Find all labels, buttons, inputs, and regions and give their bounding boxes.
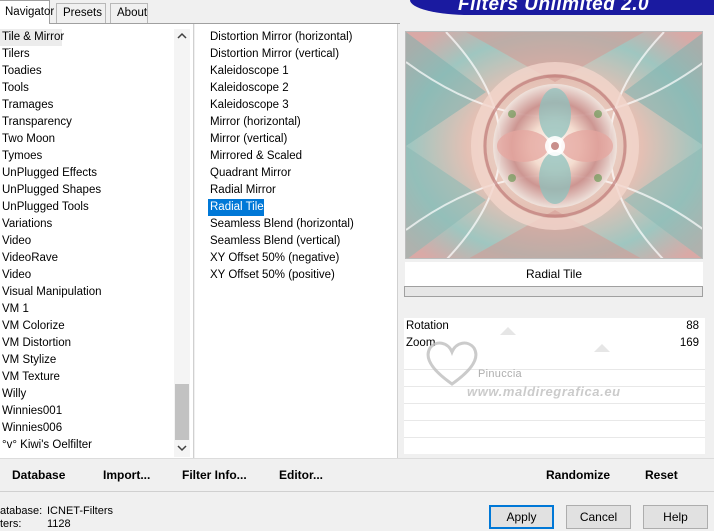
database-label: atabase: (0, 505, 43, 517)
category-panel: Tile & Mirror Tilers Toadies Tools Tramages T… (0, 24, 194, 458)
param-divider (404, 420, 705, 421)
filter-info-button[interactable]: Filter Info... (182, 468, 247, 482)
category-item[interactable]: Visual Manipulation (0, 284, 172, 301)
reset-button[interactable]: Reset (645, 468, 678, 482)
filter-item[interactable]: Kaleidoscope 2 (208, 80, 394, 97)
category-item[interactable]: Toadies (0, 63, 172, 80)
rotation-slider-marker[interactable] (500, 327, 516, 335)
database-value: ICNET-Filters (47, 505, 113, 517)
category-item[interactable]: Video (0, 233, 172, 250)
randomize-button[interactable]: Randomize (546, 468, 610, 482)
category-item[interactable]: UnPlugged Shapes (0, 182, 172, 199)
category-item[interactable]: Two Moon (0, 131, 172, 148)
preview-panel: Radial Tile Rotation 88 Zoom 169 (399, 24, 714, 458)
filter-item[interactable]: Seamless Blend (vertical) (208, 233, 394, 250)
category-item[interactable]: UnPlugged Effects (0, 165, 172, 182)
category-item[interactable]: VM Distortion (0, 335, 172, 352)
param-value[interactable]: 88 (686, 318, 699, 335)
category-item[interactable]: Video (0, 267, 172, 284)
filter-item[interactable]: Seamless Blend (horizontal) (208, 216, 394, 233)
filter-item[interactable]: Distortion Mirror (vertical) (208, 46, 394, 63)
chevron-down-icon[interactable] (174, 441, 190, 457)
param-value[interactable]: 169 (680, 335, 699, 352)
cancel-button[interactable]: Cancel (566, 505, 631, 529)
filter-list: Distortion Mirror (horizontal) Distortion… (208, 29, 394, 284)
database-button[interactable]: Database (12, 468, 65, 482)
tab-navigator[interactable]: Navigator (0, 0, 54, 24)
category-scrollbar[interactable] (174, 29, 190, 457)
import-button[interactable]: Import... (103, 468, 150, 482)
category-item[interactable]: Winnies001 (0, 403, 172, 420)
filter-item[interactable]: XY Offset 50% (negative) (208, 250, 394, 267)
filter-item[interactable]: XY Offset 50% (positive) (208, 267, 394, 284)
filters-count-value: 1128 (47, 518, 71, 530)
filters-count-label: ters: (0, 518, 22, 530)
apply-button[interactable]: Apply (489, 505, 554, 529)
param-label: Rotation (406, 320, 449, 332)
category-item[interactable]: °v° Kiwi's Oelfilter (0, 437, 172, 454)
category-item[interactable]: Transparency (0, 114, 172, 131)
filter-item[interactable]: Radial Tile (208, 199, 264, 216)
banner: Filters Unlimited 2.0 (410, 0, 714, 15)
parameter-list: Rotation 88 Zoom 169 (404, 318, 705, 454)
category-item[interactable]: VideoRave (0, 250, 172, 267)
category-list: Tile & Mirror Tilers Toadies Tools Tramages T… (0, 29, 172, 454)
filter-item[interactable]: Kaleidoscope 1 (208, 63, 394, 80)
category-item[interactable]: VM Stylize (0, 352, 172, 369)
filter-panel: Distortion Mirror (horizontal) Distortion… (195, 24, 398, 458)
category-item[interactable]: Tile & Mirror (0, 29, 64, 46)
filter-item[interactable]: Mirrored & Scaled (208, 148, 394, 165)
help-button[interactable]: Help (643, 505, 708, 529)
preview-filter-name: Radial Tile (405, 262, 703, 286)
category-item[interactable]: Variations (0, 216, 172, 233)
param-divider (404, 369, 705, 370)
param-rotation[interactable]: Rotation 88 (404, 318, 705, 335)
category-item[interactable]: Tramages (0, 97, 172, 114)
filter-item[interactable]: Radial Mirror (208, 182, 394, 199)
param-zoom[interactable]: Zoom 169 (404, 335, 705, 352)
category-item[interactable]: Willy (0, 386, 172, 403)
zoom-slider-marker[interactable] (594, 344, 610, 352)
category-item[interactable]: UnPlugged Tools (0, 199, 172, 216)
category-item[interactable]: Tymoes (0, 148, 172, 165)
filter-item[interactable]: Kaleidoscope 3 (208, 97, 394, 114)
category-item[interactable]: Winnies006 (0, 420, 172, 437)
progress-bar (404, 286, 703, 297)
editor-button[interactable]: Editor... (279, 468, 323, 482)
chevron-up-icon[interactable] (174, 29, 190, 45)
category-item[interactable]: Tools (0, 80, 172, 97)
tab-about[interactable]: About (110, 3, 148, 23)
banner-title: Filters Unlimited 2.0 (458, 0, 650, 15)
filter-item[interactable]: Quadrant Mirror (208, 165, 394, 182)
action-bar: Database Import... Filter Info... Editor… (0, 458, 714, 490)
category-item[interactable]: VM Texture (0, 369, 172, 386)
category-item[interactable]: Tilers (0, 46, 172, 63)
status-footer: atabase: ICNET-Filters ters: 1128 Apply … (0, 491, 714, 531)
category-item[interactable]: VM Colorize (0, 318, 172, 335)
param-label: Zoom (406, 337, 436, 349)
param-divider (404, 403, 705, 404)
filter-item[interactable]: Mirror (vertical) (208, 131, 394, 148)
param-divider (404, 437, 705, 438)
tab-bar: Navigator Presets About (0, 0, 400, 24)
tab-presets[interactable]: Presets (56, 3, 106, 23)
preview-image (405, 31, 703, 259)
filter-item[interactable]: Mirror (horizontal) (208, 114, 394, 131)
scrollbar-thumb[interactable] (175, 384, 189, 440)
category-item[interactable]: VM 1 (0, 301, 172, 318)
filter-item[interactable]: Distortion Mirror (horizontal) (208, 29, 394, 46)
param-divider (404, 386, 705, 387)
